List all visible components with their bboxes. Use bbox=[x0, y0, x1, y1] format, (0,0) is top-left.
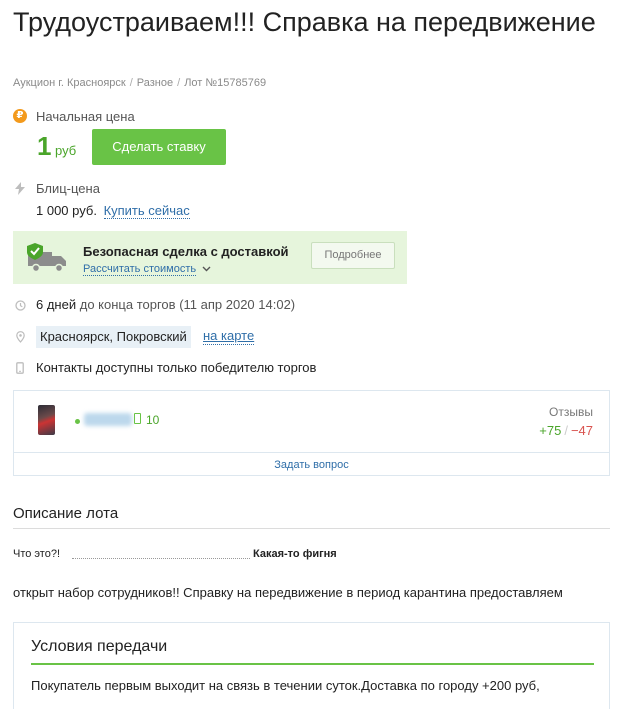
ruble-coin-icon: ₽ bbox=[13, 109, 27, 123]
location-chip: Красноярск, Покровский bbox=[36, 326, 191, 348]
seller-name-blurred[interactable] bbox=[84, 413, 132, 426]
lightning-icon bbox=[13, 181, 27, 195]
ask-question-button[interactable]: Задать вопрос bbox=[14, 452, 609, 476]
breadcrumb-item-auction[interactable]: Аукцион г. Красноярск bbox=[13, 77, 126, 89]
safe-deal-more-button[interactable]: Подробнее bbox=[311, 242, 395, 269]
delivery-truck-icon bbox=[26, 242, 70, 279]
chevron-down-icon bbox=[202, 266, 211, 272]
blitz-price-value: 1 000 руб. bbox=[36, 203, 97, 218]
start-price-label: Начальная цена bbox=[36, 109, 135, 124]
reviews-positive[interactable]: +75 bbox=[539, 423, 561, 438]
calc-cost-link[interactable]: Рассчитать стоимость bbox=[83, 263, 211, 276]
time-left-row: 6 дней до конца торгов (11 апр 2020 14:0… bbox=[36, 297, 295, 312]
reviews-values: +75/−47 bbox=[539, 423, 593, 438]
delivery-conditions-panel: Условия передачи Покупатель первым выход… bbox=[13, 622, 610, 709]
clock-icon bbox=[13, 298, 27, 312]
spec-value: Какая-то фигня bbox=[253, 548, 337, 560]
reviews-separator: / bbox=[564, 423, 568, 438]
breadcrumb-separator: / bbox=[177, 77, 181, 89]
show-on-map-link[interactable]: на карте bbox=[203, 328, 255, 345]
start-price-currency: руб bbox=[55, 143, 77, 158]
buy-now-link[interactable]: Купить сейчас bbox=[103, 203, 190, 219]
breadcrumb-item-category[interactable]: Разное bbox=[137, 77, 173, 89]
online-status-dot bbox=[75, 419, 80, 424]
safe-deal-title: Безопасная сделка с доставкой bbox=[83, 244, 289, 259]
section-divider bbox=[13, 528, 610, 529]
phone-verified-icon bbox=[134, 413, 141, 424]
blitz-price-row: 1 000 руб. Купить сейчас bbox=[36, 203, 190, 219]
contacts-notice: Контакты доступны только победителю торг… bbox=[36, 360, 317, 375]
map-pin-icon bbox=[13, 330, 27, 344]
start-price-value: 1 bbox=[37, 131, 52, 161]
breadcrumb-item-lot[interactable]: Лот №15785769 bbox=[184, 77, 266, 89]
calc-cost-label: Рассчитать стоимость bbox=[83, 263, 197, 276]
seller-avatar[interactable] bbox=[38, 405, 55, 435]
safe-deal-panel: Безопасная сделка с доставкой Рассчитать… bbox=[13, 231, 407, 284]
lot-title: Трудоустраиваем!!! Справка на передвижен… bbox=[13, 7, 596, 37]
spec-dotted-leader bbox=[72, 558, 250, 559]
reviews-negative[interactable]: −47 bbox=[571, 423, 593, 438]
phone-icon bbox=[13, 361, 27, 375]
spec-key: Что это?! bbox=[13, 548, 60, 560]
seller-card: 10 Отзывы +75/−47 Задать вопрос bbox=[13, 390, 610, 476]
breadcrumb-separator: / bbox=[129, 77, 133, 89]
breadcrumb: Аукцион г. Красноярск / Разное / Лот №157857… bbox=[13, 77, 266, 89]
time-left-value: 6 дней bbox=[36, 297, 77, 312]
blitz-price-label: Блиц-цена bbox=[36, 181, 100, 196]
place-bid-button[interactable]: Сделать ставку bbox=[92, 129, 226, 165]
reviews-label: Отзывы bbox=[549, 405, 593, 419]
description-section-title: Описание лота bbox=[13, 505, 119, 522]
description-text: открыт набор сотрудников!! Справку на пе… bbox=[13, 585, 563, 600]
conditions-text: Покупатель первым выходит на связь в теч… bbox=[31, 678, 540, 693]
conditions-title: Условия передачи bbox=[31, 638, 168, 655]
conditions-underline bbox=[31, 663, 594, 665]
auction-end-date: (11 апр 2020 14:02) bbox=[179, 297, 296, 312]
seller-rating-count: 10 bbox=[146, 413, 160, 427]
time-left-suffix: до конца торгов bbox=[79, 297, 176, 312]
